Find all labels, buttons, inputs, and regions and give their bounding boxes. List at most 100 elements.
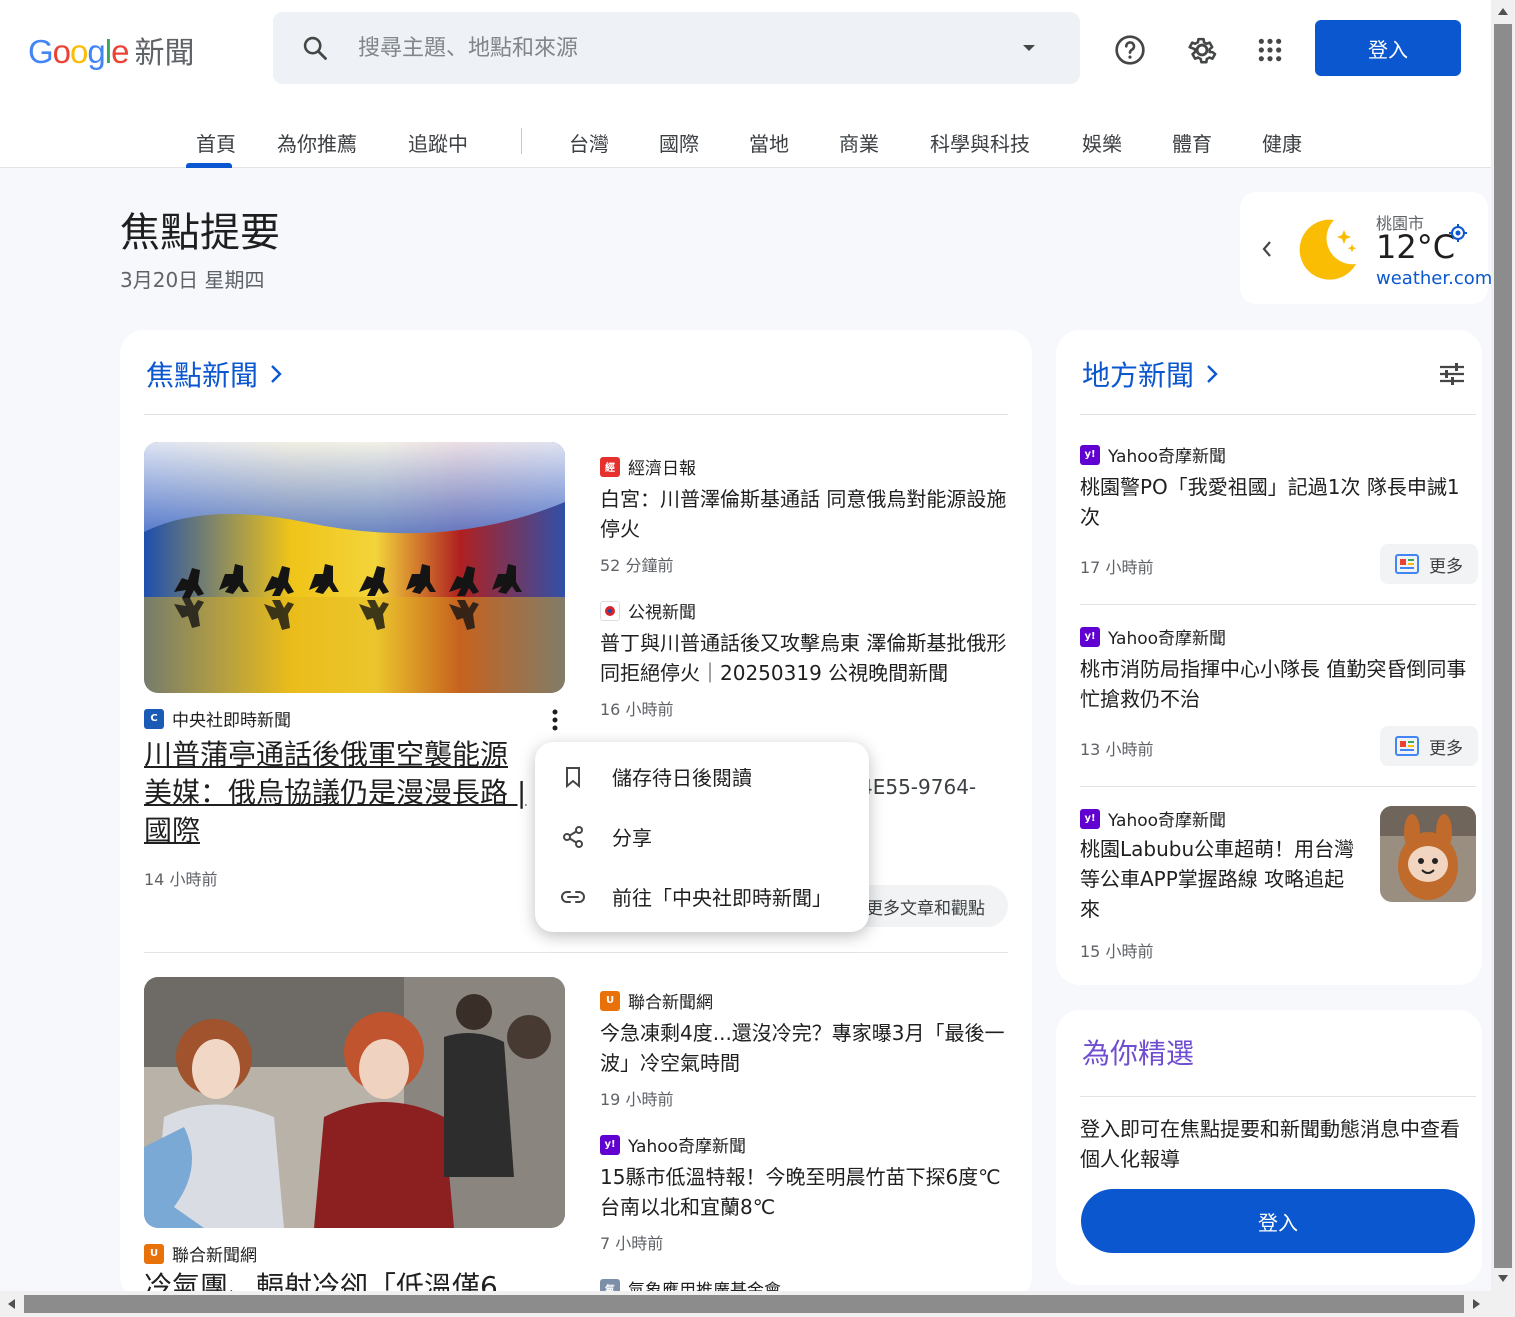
local-2-more-options[interactable] (1444, 616, 1488, 660)
tab-taiwan[interactable]: 台灣 (569, 128, 609, 157)
side-story-1-time: 52 分鐘前 (600, 556, 674, 575)
local-3-time: 15 小時前 (1080, 942, 1154, 961)
side-story-2-time: 16 小時前 (600, 700, 674, 719)
top-stories-link[interactable]: 焦點新聞 (146, 354, 282, 394)
tab-entertainment[interactable]: 娛樂 (1082, 128, 1122, 157)
weather-source-link[interactable]: weather.com (1376, 268, 1492, 289)
local-3-thumbnail[interactable] (1380, 806, 1476, 902)
yahoo-logo-icon: y! (600, 1134, 620, 1155)
vertical-scrollbar-thumb[interactable] (1494, 24, 1512, 1268)
udn-logo-icon: U (144, 1243, 164, 1264)
tab-local[interactable]: 當地 (749, 128, 789, 157)
scroll-down-arrow-icon[interactable] (1497, 1274, 1509, 1284)
more-vert-icon (995, 457, 1001, 463)
local-3-more-options[interactable] (1326, 798, 1370, 842)
local-1-headline[interactable]: 桃園警PO「我愛祖國」記過1次 隊長申誡1次 (1080, 472, 1478, 532)
settings-button[interactable] (1170, 18, 1234, 82)
second-side-2-time: 7 小時前 (600, 1234, 664, 1253)
section-divider (1080, 1096, 1476, 1097)
weather-widget: 桃園市 12°C weather.com (1240, 192, 1492, 304)
obscured-headline-fragment[interactable]: 4E55-9764- (860, 775, 976, 799)
more-label: 更多 (1429, 738, 1463, 759)
second-main-more-options[interactable] (533, 1232, 577, 1276)
tab-health[interactable]: 健康 (1262, 128, 1302, 157)
people-walking-image (144, 977, 565, 1228)
local-1-publisher: y! Yahoo奇摩新聞 (1080, 442, 1226, 467)
search-icon (303, 36, 327, 60)
scroll-left-arrow-icon[interactable] (6, 1298, 16, 1310)
local-1-more-options[interactable] (1444, 434, 1488, 478)
tune-icon (1440, 363, 1464, 385)
side-story-1-more-options[interactable] (976, 446, 1020, 490)
second-side-2-more-options[interactable] (976, 1124, 1020, 1168)
publisher-name: Yahoo奇摩新聞 (1108, 811, 1227, 831)
link-icon[interactable] (556, 880, 590, 914)
local-1-more-coverage-button[interactable]: 更多 (1380, 544, 1478, 584)
tab-home[interactable]: 首頁 (196, 128, 236, 157)
menu-save-for-later[interactable]: 儲存待日後閱讀 (612, 762, 752, 791)
tab-world[interactable]: 國際 (659, 128, 699, 157)
side-story-2-more-options[interactable] (976, 590, 1020, 634)
page-date: 3月20日 星期四 (120, 268, 265, 292)
side-story-2-headline[interactable]: 普丁與川普通話後又攻擊烏東 澤倫斯基批俄形同拒絕停火｜20250319 公視晚間… (600, 628, 1008, 688)
search-input[interactable] (358, 14, 936, 82)
tab-science-tech[interactable]: 科學與科技 (930, 128, 1030, 157)
google-news-logo[interactable]: Google 新聞 (28, 28, 194, 72)
for-you-description: 登入即可在焦點提要和新聞動態消息中查看個人化報導 (1080, 1117, 1460, 1171)
chevron-right-icon (1207, 365, 1218, 383)
main-story-time: 14 小時前 (144, 870, 218, 889)
tab-following[interactable]: 追蹤中 (408, 128, 468, 157)
local-2-headline[interactable]: 桃市消防局指揮中心小隊長 值勤突昏倒同事忙搶救仍不治 (1080, 654, 1478, 714)
side-story-2-publisher: 公視新聞 (600, 598, 696, 623)
more-vert-icon (552, 709, 558, 731)
second-main-publisher: U 聯合新聞網 (144, 1241, 257, 1266)
side-story-1-publisher: 經 經濟日報 (600, 454, 696, 479)
tab-for-you[interactable]: 為你推薦 (277, 128, 357, 157)
apps-grid-icon (1258, 38, 1282, 62)
pts-logo-icon (600, 600, 620, 621)
story-divider (1080, 604, 1476, 605)
side-story-3-more-options[interactable] (976, 734, 1020, 778)
second-main-headline[interactable]: 冷氣團、輻射冷卻「低溫僅6 (144, 1268, 542, 1291)
apps-button[interactable] (1238, 18, 1302, 82)
tab-business[interactable]: 商業 (839, 128, 879, 157)
publisher-name: Yahoo奇摩新聞 (628, 1137, 747, 1157)
local-2-more-coverage-button[interactable]: 更多 (1380, 726, 1478, 766)
yahoo-logo-icon: y! (1080, 626, 1100, 647)
local-1-time: 17 小時前 (1080, 558, 1154, 577)
help-button[interactable] (1098, 18, 1162, 82)
local-news-settings-button[interactable] (1430, 352, 1474, 396)
local-2-publisher: y! Yahoo奇摩新聞 (1080, 624, 1226, 649)
bookmark-icon[interactable] (556, 760, 590, 794)
side-story-1-headline[interactable]: 白宮：川普澤倫斯基通話 同意俄烏對能源設施停火 (600, 484, 1008, 544)
local-news-link[interactable]: 地方新聞 (1082, 354, 1218, 394)
tab-sports[interactable]: 體育 (1172, 128, 1212, 157)
scroll-right-arrow-icon[interactable] (1472, 1298, 1482, 1310)
second-side-1-more-options[interactable] (976, 980, 1020, 1024)
main-story-more-options[interactable] (533, 698, 577, 742)
signin-button[interactable]: 登入 (1315, 20, 1461, 76)
search-options-dropdown[interactable] (978, 12, 1080, 84)
location-button[interactable] (1432, 208, 1484, 258)
search-button[interactable] (273, 12, 357, 84)
more-label: 更多 (1429, 556, 1463, 577)
second-side-3-more-options[interactable] (976, 1268, 1020, 1291)
full-coverage-button[interactable]: 更多文章和觀點 (860, 885, 1008, 927)
main-story-image[interactable] (144, 442, 565, 693)
horizontal-scrollbar-thumb[interactable] (24, 1295, 1464, 1313)
local-3-headline[interactable]: 桃園Labubu公車超萌！用台灣等公車APP掌握路線 攻略追起來 (1080, 834, 1360, 924)
second-side-1-publisher: U 聯合新聞網 (600, 988, 713, 1013)
menu-go-to-source[interactable]: 前往「中央社即時新聞」 (612, 882, 832, 911)
scrollbar-corner (1491, 1291, 1515, 1317)
share-icon[interactable] (556, 820, 590, 854)
second-story-image[interactable] (144, 977, 565, 1228)
publisher-name: 經濟日報 (628, 459, 696, 479)
for-you-signin-button[interactable]: 登入 (1081, 1189, 1475, 1253)
main-story-publisher: C 中央社即時新聞 (144, 706, 291, 731)
second-side-2-headline[interactable]: 15縣市低溫特報！今晚至明晨竹苗下探6度℃ 台南以北和宜蘭8℃ (600, 1162, 1008, 1222)
second-side-1-headline[interactable]: 今急凍剩4度...還沒冷完？專家曝3月「最後一波」冷空氣時間 (600, 1018, 1008, 1078)
scroll-up-arrow-icon[interactable] (1497, 6, 1509, 16)
weather-prev-button[interactable] (1248, 204, 1286, 294)
menu-share[interactable]: 分享 (612, 822, 652, 851)
main-story-headline[interactable]: 川普蒲亭通話後俄軍空襲能源 美媒：俄烏協議仍是漫漫長路 | 國際 (144, 736, 542, 854)
